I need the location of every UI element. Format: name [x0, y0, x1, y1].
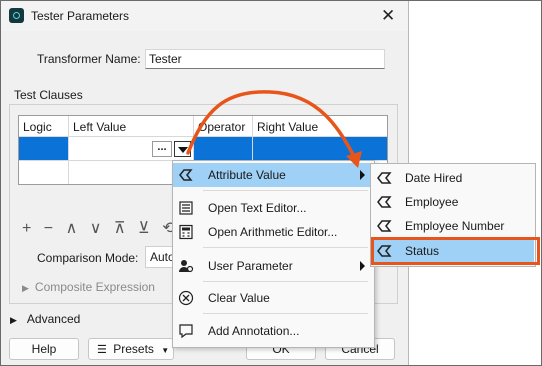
annotation-arrow	[186, 90, 362, 168]
